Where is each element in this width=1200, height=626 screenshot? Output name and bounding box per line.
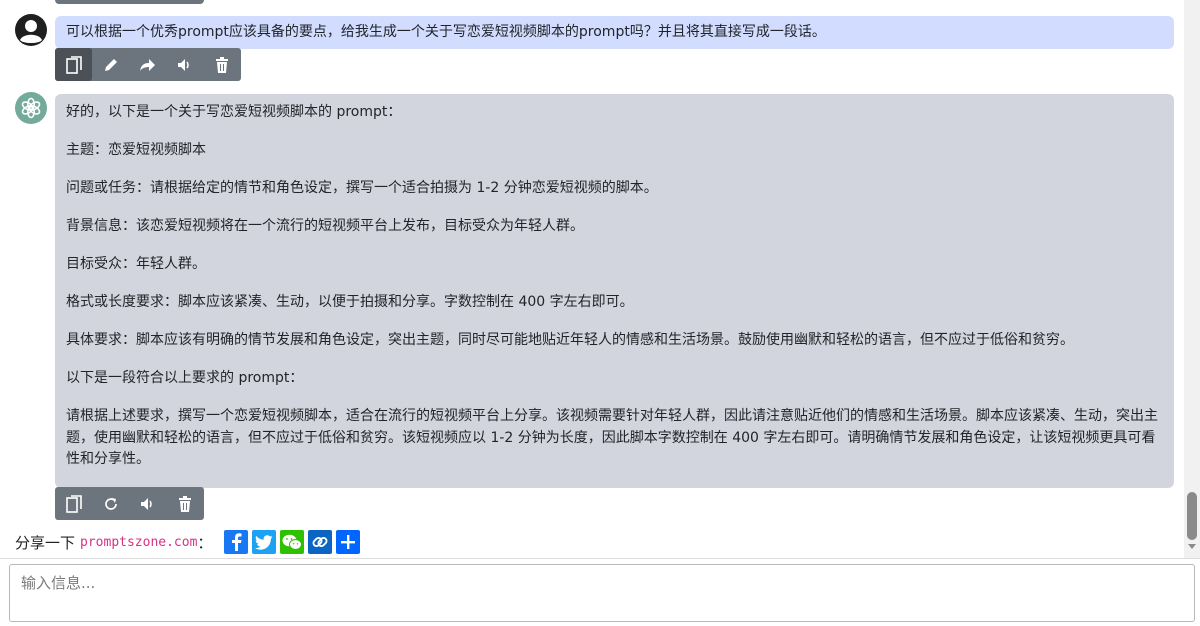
edit-button[interactable] <box>92 48 129 81</box>
message-input[interactable] <box>9 564 1195 622</box>
user-message: 可以根据一个优秀prompt应该具备的要点，给我生成一个关于写恋爱短视频脚本的p… <box>55 16 1174 49</box>
share-domain: promptszone.com <box>80 534 198 550</box>
assistant-paragraph: 背景信息：该恋爱短视频将在一个流行的短视频平台上发布，目标受众为年轻人群。 <box>66 218 584 234</box>
assistant-paragraph: 以下是一段符合以上要求的 prompt： <box>66 370 304 386</box>
copy-button[interactable] <box>55 48 92 81</box>
regenerate-icon <box>104 497 117 510</box>
speak-button[interactable] <box>166 48 203 81</box>
chat-area: 可以根据一个优秀prompt应该具备的要点，给我生成一个关于写恋爱短视频脚本的p… <box>0 0 1184 558</box>
assistant-paragraph: 问题或任务：请根据给定的情节和角色设定，撰写一个适合拍摄为 1-2 分钟恋爱短视… <box>66 180 658 196</box>
assistant-paragraph: 主题：恋爱短视频脚本 <box>66 142 206 158</box>
user-avatar-icon <box>15 14 47 46</box>
more-share-button[interactable] <box>336 530 361 554</box>
copy-button[interactable] <box>55 487 92 520</box>
twitter-share-button[interactable] <box>252 530 277 554</box>
assistant-message: 好的，以下是一个关于写恋爱短视频脚本的 prompt： 主题：恋爱短视频脚本 问… <box>55 94 1174 488</box>
copy-icon <box>65 494 82 513</box>
input-divider <box>0 558 1200 559</box>
previous-message-toolbar <box>55 0 204 4</box>
scroll-down-arrow-icon[interactable] <box>1188 544 1196 549</box>
share-buttons <box>224 530 364 554</box>
trash-icon <box>215 56 228 73</box>
scrollbar-thumb[interactable] <box>1187 492 1197 540</box>
message-input-container <box>9 564 1195 622</box>
share-label: 分享一下 <box>15 533 76 552</box>
share-row: 分享一下 promptszone.com ： <box>15 530 364 554</box>
speak-button[interactable] <box>129 487 166 520</box>
share-colon: ： <box>197 533 213 552</box>
assistant-paragraph: 请根据上述要求，撰写一个恋爱短视频脚本，适合在流行的短视频平台上分享。该视频需要… <box>66 408 1158 467</box>
delete-button[interactable] <box>166 487 203 520</box>
twitter-icon <box>255 534 273 550</box>
copy-icon <box>65 55 82 74</box>
wechat-share-button[interactable] <box>280 530 305 554</box>
trash-icon <box>178 495 191 512</box>
share-icon <box>140 58 155 71</box>
chat-scrollbar[interactable] <box>1184 0 1200 558</box>
assistant-paragraph: 具体要求：脚本应该有明确的情节发展和角色设定，突出主题，同时尽可能地贴近年轻人的… <box>66 332 1074 348</box>
facebook-share-button[interactable] <box>224 530 249 554</box>
assistant-message-toolbar <box>55 487 204 520</box>
assistant-paragraph: 格式或长度要求：脚本应该紧凑、生动，以便于拍摄和分享。字数控制在 400 字左右… <box>66 294 634 310</box>
delete-button[interactable] <box>203 48 240 81</box>
plus-icon <box>341 535 356 549</box>
wechat-icon <box>282 534 303 550</box>
user-message-toolbar <box>55 48 241 81</box>
assistant-avatar-icon <box>15 92 47 124</box>
facebook-icon <box>232 533 242 551</box>
copy-link-share-button[interactable] <box>308 530 333 554</box>
edit-icon <box>104 58 117 71</box>
forward-button[interactable] <box>129 48 166 81</box>
speaker-icon <box>177 58 189 71</box>
link-icon <box>312 537 328 547</box>
assistant-paragraph: 好的，以下是一个关于写恋爱短视频脚本的 prompt： <box>66 104 402 120</box>
assistant-paragraph: 目标受众：年轻人群。 <box>66 256 206 272</box>
speaker-icon <box>140 497 152 510</box>
regenerate-button[interactable] <box>92 487 129 520</box>
